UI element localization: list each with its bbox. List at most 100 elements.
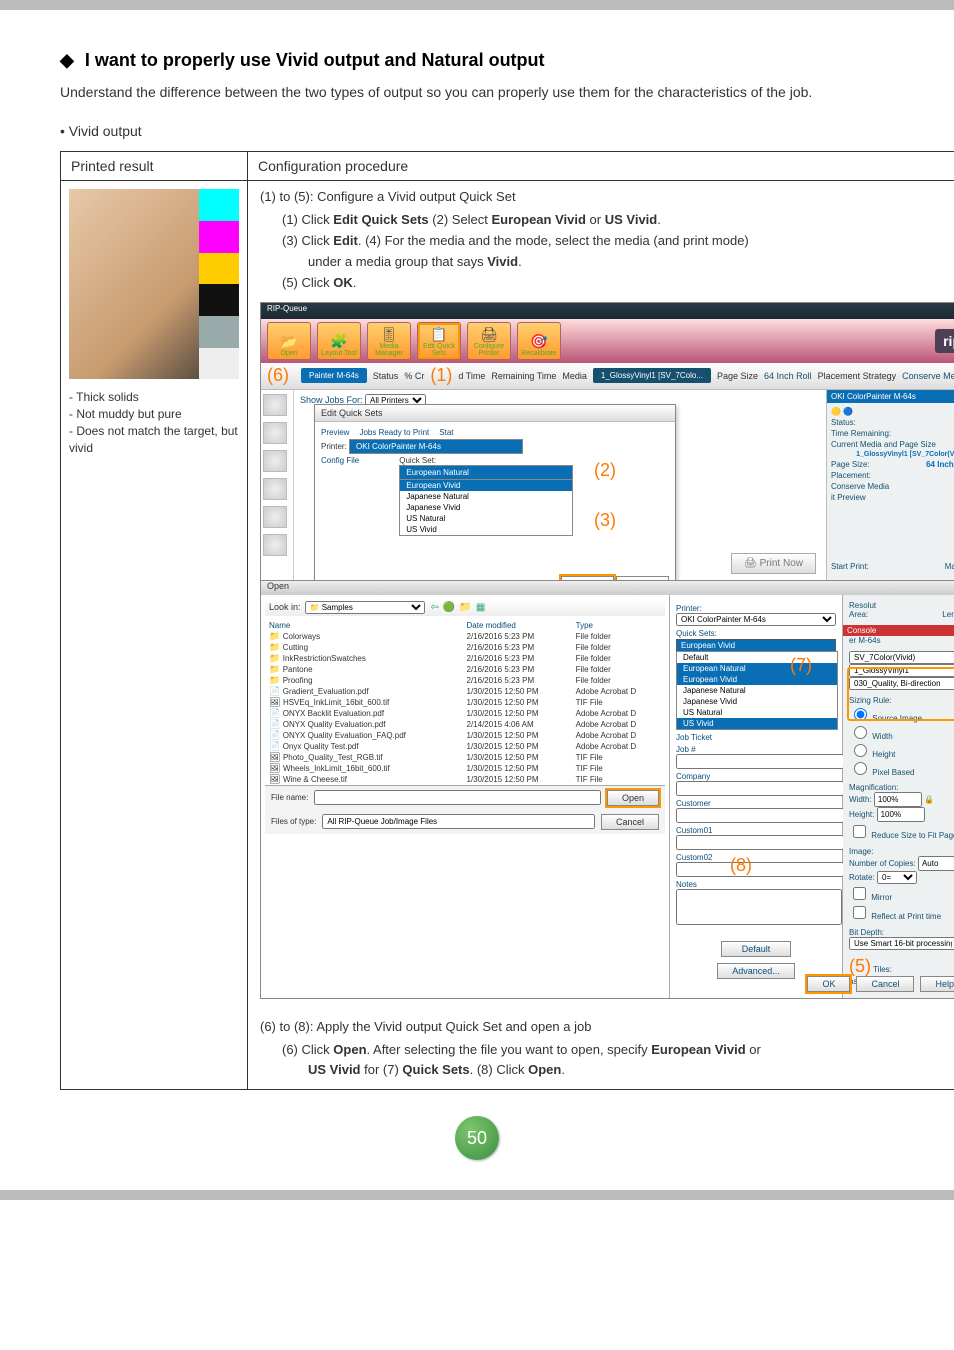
callout-8: (8) bbox=[730, 855, 752, 876]
configure-printer-button[interactable]: 🖨Configure Printer bbox=[467, 322, 511, 360]
sizing-source[interactable]: Source Image bbox=[849, 714, 922, 723]
advanced-button[interactable]: Advanced... bbox=[717, 963, 795, 979]
nav-icons[interactable]: ⇦🟢📁▦ bbox=[429, 602, 488, 613]
status-panel: OKI ColorPainter M-64s 🟡 🔵 ✔ Status:Idle… bbox=[826, 390, 954, 580]
intro-text: Understand the difference between the tw… bbox=[60, 81, 894, 103]
quickset-select[interactable]: European Natural bbox=[399, 465, 573, 480]
left-bullet-2: - Not muddy but pure bbox=[69, 406, 239, 423]
file-row[interactable]: Wheels_InkLimit_16bit_600.tif1/30/2015 1… bbox=[265, 763, 665, 774]
bitdepth-select[interactable]: Use Smart 16-bit processing bbox=[849, 937, 954, 950]
step-5: (5) Click OK. bbox=[282, 273, 954, 294]
thumb-3[interactable] bbox=[263, 450, 287, 472]
rip-logo: rip bbox=[935, 329, 954, 353]
callout-3: (3) bbox=[594, 510, 616, 531]
help-button[interactable]: Help bbox=[920, 976, 954, 992]
file-row[interactable]: Cutting2/16/2016 5:23 PMFile folder bbox=[265, 642, 665, 653]
section-heading: ◆ I want to properly use Vivid output an… bbox=[60, 50, 894, 71]
customer-input[interactable] bbox=[676, 808, 844, 823]
layout-tool-button[interactable]: 🧩Layout Tool bbox=[317, 322, 361, 360]
file-row[interactable]: ONYX Backlit Evaluation.pdf1/30/2015 12:… bbox=[265, 708, 665, 719]
page-top-bar bbox=[0, 0, 954, 10]
mediagroup-select[interactable]: SV_7Color(Vivid) bbox=[849, 651, 954, 664]
edit-quick-sets-button[interactable]: 📋Edit Quick Sets bbox=[417, 322, 461, 360]
mode-select[interactable]: 030_Quality, Bi-direction bbox=[849, 677, 954, 690]
cancel-button[interactable]: Cancel bbox=[856, 976, 914, 992]
reflect-check[interactable]: Reflect at Print time bbox=[849, 912, 941, 921]
step-7-8: US Vivid for (7) Quick Sets. (8) Click O… bbox=[308, 1060, 954, 1081]
file-type-select[interactable] bbox=[322, 814, 595, 829]
job-columns-bar: (6) Painter M-64s Status % Cr (1) d Time… bbox=[261, 363, 954, 390]
custom1-input[interactable] bbox=[676, 835, 844, 850]
mag-height[interactable] bbox=[877, 807, 925, 822]
media-manager-button[interactable]: 🎚Media Manager bbox=[367, 322, 411, 360]
file-row[interactable]: Photo_Quality_Test_RGB.tif1/30/2015 12:5… bbox=[265, 752, 665, 763]
file-row[interactable]: InkRestrictionSwatches2/16/2016 5:23 PMF… bbox=[265, 653, 665, 664]
config-procedure-cell: (1) to (5): Configure a Vivid output Qui… bbox=[248, 181, 954, 1090]
lookin-select[interactable]: 📁 Samples bbox=[305, 601, 425, 614]
window-titlebar: RIP-Queue bbox=[261, 303, 954, 319]
open-quickset-list[interactable]: Default European Natural European Vivid … bbox=[676, 651, 838, 730]
file-row[interactable]: Proofing2/16/2016 5:23 PMFile folder bbox=[265, 675, 665, 686]
color-stripes bbox=[199, 189, 239, 379]
file-browser-pane: Look in: 📁 Samples ⇦🟢📁▦ Name Date modifi… bbox=[261, 595, 670, 998]
steps-intro-2: (6) to (8): Apply the Vivid output Quick… bbox=[260, 1019, 954, 1034]
notes-input[interactable] bbox=[676, 889, 842, 925]
media-select[interactable]: 1_GlossyVinyl1 bbox=[849, 664, 954, 677]
open-file-button[interactable]: Open bbox=[607, 790, 659, 806]
print-now-button[interactable]: 🖨 Print Now bbox=[731, 553, 816, 574]
jobno-input[interactable] bbox=[676, 754, 844, 769]
app-screenshot-2: Open Look in: 📁 Samples ⇦🟢📁▦ bbox=[260, 580, 954, 999]
dialog-printer-select[interactable]: OKI ColorPainter M-64s bbox=[349, 439, 523, 454]
thumb-2[interactable] bbox=[263, 422, 287, 444]
ribbon-toolbar: 📂Open 🧩Layout Tool 🎚Media Manager 📋Edit … bbox=[261, 319, 954, 363]
sample-photo bbox=[69, 189, 239, 379]
file-row[interactable]: Gradient_Evaluation.pdf1/30/2015 12:50 P… bbox=[265, 686, 665, 697]
fit-check[interactable]: Reduce Size to Fit Page bbox=[849, 831, 954, 840]
file-row[interactable]: ONYX Quality Evaluation_FAQ.pdf1/30/2015… bbox=[265, 730, 665, 741]
file-row[interactable]: Pantone2/16/2016 5:23 PMFile folder bbox=[265, 664, 665, 675]
mirror-check[interactable]: Mirror bbox=[849, 893, 892, 902]
mag-width[interactable] bbox=[874, 792, 922, 807]
custom2-input[interactable] bbox=[676, 862, 844, 877]
default-button[interactable]: Default bbox=[721, 941, 792, 957]
open-printer-select[interactable]: OKI ColorPainter M-64s bbox=[676, 613, 836, 626]
thumb-1[interactable] bbox=[263, 394, 287, 416]
thumb-6[interactable] bbox=[263, 534, 287, 556]
file-name-input[interactable] bbox=[314, 790, 601, 805]
config-table: Printed result Configuration procedure -… bbox=[60, 151, 954, 1090]
page-bottom-bar bbox=[0, 1190, 954, 1200]
ok-button[interactable]: OK bbox=[807, 976, 850, 992]
quickset-dropdown[interactable]: European Vivid Japanese Natural Japanese… bbox=[399, 479, 573, 536]
open-window-title: Open bbox=[261, 581, 954, 595]
step-1-2: (1) Click Edit Quick Sets (2) Select Eur… bbox=[282, 210, 954, 231]
recalibrate-button[interactable]: 🎯Recalibrate bbox=[517, 322, 561, 360]
cancel-file-button[interactable]: Cancel bbox=[601, 814, 659, 830]
callout-6: (6) bbox=[267, 365, 289, 386]
heading-text: I want to properly use Vivid output and … bbox=[85, 50, 545, 70]
app-screenshot-1: RIP-Queue 📂Open 🧩Layout Tool 🎚Media Mana… bbox=[260, 302, 954, 581]
printer-cell[interactable]: Painter M-64s bbox=[301, 368, 367, 383]
copies-input[interactable] bbox=[918, 856, 954, 871]
company-input[interactable] bbox=[676, 781, 844, 796]
rotate-select[interactable]: 0= bbox=[877, 871, 917, 884]
file-row[interactable]: Wine & Cheese.tif1/30/2015 12:50 PMTIF F… bbox=[265, 774, 665, 785]
page-number-badge: 50 bbox=[455, 1116, 499, 1160]
sizing-pixel[interactable]: Pixel Based bbox=[849, 768, 914, 777]
open-button[interactable]: 📂Open bbox=[267, 322, 311, 360]
thumbnail-strip bbox=[261, 390, 294, 580]
file-row[interactable]: Colorways2/16/2016 5:23 PMFile folder bbox=[265, 631, 665, 642]
thumb-5[interactable] bbox=[263, 506, 287, 528]
sizing-width[interactable]: Width bbox=[849, 732, 893, 741]
vivid-output-label: • Vivid output bbox=[60, 123, 894, 139]
file-table: Name Date modified Type Colorways2/16/20… bbox=[265, 620, 665, 785]
file-row[interactable]: ONYX Quality Evaluation.pdf2/14/2015 4:0… bbox=[265, 719, 665, 730]
left-bullet-3: - Does not match the target, but vivid bbox=[69, 423, 239, 457]
printed-result-cell: - Thick solids - Not muddy but pure - Do… bbox=[61, 181, 248, 1090]
thumb-4[interactable] bbox=[263, 478, 287, 500]
th-config-procedure: Configuration procedure bbox=[248, 152, 954, 181]
file-row[interactable]: HSVEq_InkLimit_16bit_600.tif1/30/2015 12… bbox=[265, 697, 665, 708]
sizing-height[interactable]: Height bbox=[849, 750, 895, 759]
step-6: (6) Click Open. After selecting the file… bbox=[282, 1040, 954, 1061]
step-3-4: (3) Click Edit. (4) For the media and th… bbox=[282, 231, 954, 252]
file-row[interactable]: Onyx Quality Test.pdf1/30/2015 12:50 PMA… bbox=[265, 741, 665, 752]
